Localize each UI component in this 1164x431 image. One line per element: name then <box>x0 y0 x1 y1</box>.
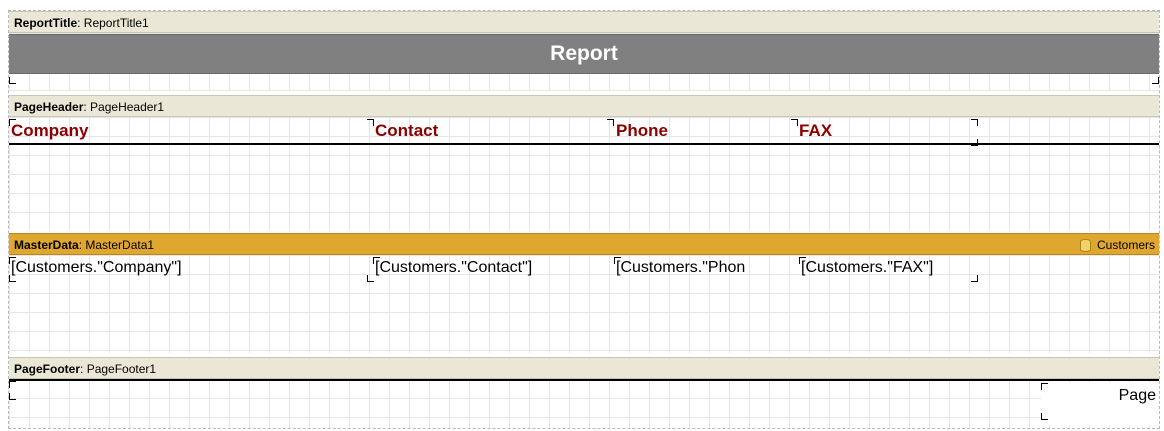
field-fax[interactable]: [Customers."FAX"] <box>799 257 979 279</box>
selection-corner <box>9 257 16 264</box>
band-type-label: PageFooter <box>14 362 81 376</box>
column-header-company[interactable]: Company <box>9 119 369 143</box>
band-type-label: MasterData <box>14 238 79 252</box>
field-phone[interactable]: [Customers."Phon <box>614 257 798 279</box>
report-title-text[interactable]: Report <box>9 34 1159 74</box>
band-name-label: PageFooter1 <box>86 362 157 376</box>
column-header-phone[interactable]: Phone <box>614 119 797 143</box>
master-data-band-header[interactable]: MasterData: MasterData1 Customers <box>9 233 1159 255</box>
page-header-band-body[interactable]: Company Contact Phone FAX <box>9 117 1159 230</box>
page-footer-band[interactable]: PageFooter: PageFooter1 Page <box>9 357 1159 428</box>
band-name-label: MasterData1 <box>85 238 155 252</box>
datasource-label[interactable]: Customers <box>1080 234 1155 256</box>
report-design-canvas[interactable]: ReportTitle: ReportTitle1 Report PageHea… <box>8 10 1160 429</box>
page-header-band-header[interactable]: PageHeader: PageHeader1 <box>9 95 1159 117</box>
page-number-field[interactable]: Page <box>1041 383 1159 425</box>
master-data-band[interactable]: MasterData: MasterData1 Customers [Custo… <box>9 233 1159 353</box>
selection-corner <box>9 119 16 126</box>
report-title-band-body[interactable]: Report <box>9 33 1159 91</box>
column-header-fax[interactable]: FAX <box>797 119 977 143</box>
selection-corner <box>373 257 380 264</box>
report-title-band-header[interactable]: ReportTitle: ReportTitle1 <box>9 11 1159 33</box>
page-number-text: Page <box>1118 387 1156 404</box>
selection-corner <box>971 275 978 282</box>
selection-corner <box>9 77 16 84</box>
band-type-label: ReportTitle <box>14 16 78 30</box>
report-title-band[interactable]: ReportTitle: ReportTitle1 Report <box>9 11 1159 91</box>
selection-corner <box>9 275 16 282</box>
footer-topline <box>9 379 1159 381</box>
selection-corner <box>791 119 798 126</box>
band-name-label: PageHeader1 <box>90 100 165 114</box>
selection-corner <box>9 393 16 400</box>
selection-corner <box>607 119 614 126</box>
database-icon <box>1080 238 1091 252</box>
column-header-contact[interactable]: Contact <box>373 119 609 143</box>
selection-corner <box>971 119 978 126</box>
band-type-label: PageHeader <box>14 100 84 114</box>
header-underline <box>9 143 1159 145</box>
selection-corner <box>799 257 806 264</box>
selection-corner <box>9 381 16 388</box>
selection-corner <box>1152 77 1159 84</box>
page-footer-band-body[interactable]: Page <box>9 379 1159 428</box>
page-footer-band-header[interactable]: PageFooter: PageFooter1 <box>9 357 1159 379</box>
selection-corner <box>367 119 374 126</box>
datasource-name: Customers <box>1096 238 1155 252</box>
selection-corner <box>1041 413 1048 420</box>
selection-corner <box>367 275 374 282</box>
field-contact[interactable]: [Customers."Contact"] <box>373 257 611 279</box>
selection-corner <box>614 257 621 264</box>
master-data-band-body[interactable]: [Customers."Company"] [Customers."Contac… <box>9 255 1159 353</box>
page-header-band[interactable]: PageHeader: PageHeader1 Company Contact … <box>9 95 1159 230</box>
selection-corner <box>1041 383 1048 390</box>
band-name-label: ReportTitle1 <box>83 16 149 30</box>
field-company[interactable]: [Customers."Company"] <box>9 257 369 279</box>
